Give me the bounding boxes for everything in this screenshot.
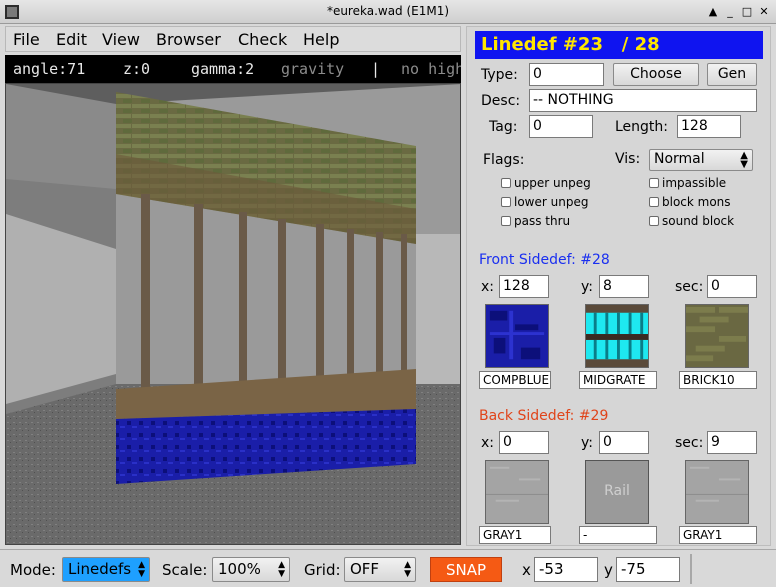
spinner-icon: ▲ ▼	[278, 560, 285, 579]
back-lower-texture[interactable]	[685, 460, 749, 524]
spinner-icon: ▲ ▼	[404, 560, 411, 579]
shade-icon[interactable]: ▲	[705, 4, 721, 20]
title-bar: *eureka.wad (E1M1) ▲ _ □ ✕	[0, 0, 776, 24]
type-input[interactable]: 0	[529, 63, 604, 86]
y-coord-input[interactable]: -75	[616, 557, 680, 582]
gravity-indicator: gravity	[281, 60, 345, 78]
flag-block-mons[interactable]: block mons	[649, 195, 731, 209]
x-coord-input[interactable]: -53	[534, 557, 598, 582]
back-mid-texture-name[interactable]: -	[579, 526, 657, 544]
no-high-indicator: no high	[401, 60, 461, 78]
info-separator: |	[371, 60, 381, 78]
front-mid-texture-name[interactable]: MIDGRATE	[579, 371, 657, 389]
vis-select[interactable]: Normal ▲ ▼	[649, 149, 753, 171]
front-sec-label: sec:	[675, 279, 704, 295]
render-info-bar: angle:71 z:0 gamma:2 gravity | no high	[5, 55, 461, 83]
menu-bar: File Edit View Browser Check Help	[5, 26, 461, 52]
z-readout: z:0	[123, 60, 151, 78]
linedef-header: Linedef #23 / 28	[475, 31, 763, 59]
front-upper-texture[interactable]	[485, 304, 549, 368]
scale-label: Scale:	[162, 561, 208, 579]
checkbox-icon	[649, 197, 659, 207]
minimize-icon[interactable]: _	[722, 4, 738, 20]
flag-lower-unpeg[interactable]: lower unpeg	[501, 195, 588, 209]
vis-label: Vis:	[615, 151, 641, 167]
front-y-input[interactable]: 8	[599, 275, 649, 298]
choose-button[interactable]: Choose	[613, 63, 699, 86]
back-upper-texture[interactable]	[485, 460, 549, 524]
gamma-readout: gamma:2	[191, 60, 255, 78]
back-sec-label: sec:	[675, 435, 704, 451]
grid-select[interactable]: OFF ▲ ▼	[344, 557, 416, 582]
back-sec-input[interactable]: 9	[707, 431, 757, 454]
menu-edit[interactable]: Edit	[56, 30, 87, 49]
linedef-panel: Linedef #23 / 28 Type: 0 Choose Gen Desc…	[466, 26, 771, 546]
front-lower-texture[interactable]	[685, 304, 749, 368]
scale-select[interactable]: 100% ▲ ▼	[212, 557, 290, 582]
back-y-label: y:	[581, 435, 593, 451]
back-x-input[interactable]: 0	[499, 431, 549, 454]
front-mid-texture[interactable]	[585, 304, 649, 368]
gen-button[interactable]: Gen	[707, 63, 757, 86]
menu-view[interactable]: View	[102, 30, 140, 49]
tag-input[interactable]: 0	[529, 115, 593, 138]
front-sec-input[interactable]: 0	[707, 275, 757, 298]
type-label: Type:	[481, 67, 518, 83]
menu-check[interactable]: Check	[238, 30, 287, 49]
checkbox-icon	[501, 216, 511, 226]
flag-sound-block[interactable]: sound block	[649, 214, 734, 228]
desc-label: Desc:	[481, 93, 521, 109]
tag-label: Tag:	[489, 119, 518, 135]
mode-select[interactable]: Linedefs ▲ ▼	[62, 557, 150, 582]
front-x-input[interactable]: 128	[499, 275, 549, 298]
back-y-input[interactable]: 0	[599, 431, 649, 454]
flag-impassible[interactable]: impassible	[649, 176, 726, 190]
flag-upper-unpeg[interactable]: upper unpeg	[501, 176, 591, 190]
menu-browser[interactable]: Browser	[156, 30, 221, 49]
spinner-icon: ▲ ▼	[740, 150, 748, 170]
front-sidedef-title: Front Sidedef: #28	[479, 252, 610, 268]
length-label: Length:	[615, 119, 669, 135]
checkbox-icon	[501, 197, 511, 207]
angle-readout: angle:71	[13, 60, 86, 78]
front-lower-texture-name[interactable]: BRICK10	[679, 371, 757, 389]
checkbox-icon	[649, 178, 659, 188]
close-icon[interactable]: ✕	[756, 4, 772, 20]
grid-label: Grid:	[304, 561, 341, 579]
scale-value: 100%	[218, 560, 261, 578]
status-bar: Mode: Linedefs ▲ ▼ Scale: 100% ▲ ▼ Grid: O…	[0, 549, 776, 587]
grid-value: OFF	[350, 560, 380, 578]
menu-help[interactable]: Help	[303, 30, 339, 49]
checkbox-icon	[649, 216, 659, 226]
flag-pass-thru[interactable]: pass thru	[501, 214, 570, 228]
window-title: *eureka.wad (E1M1)	[326, 4, 450, 18]
snap-button[interactable]: SNAP	[430, 557, 502, 582]
mode-value: Linedefs	[68, 560, 132, 578]
back-sidedef-title: Back Sidedef: #29	[479, 408, 609, 424]
front-upper-texture-name[interactable]: COMPBLUE	[479, 371, 551, 389]
spinner-icon: ▲ ▼	[138, 560, 145, 579]
maximize-icon[interactable]: □	[739, 4, 755, 20]
front-x-label: x:	[481, 279, 495, 295]
3d-scene	[6, 84, 460, 544]
back-x-label: x:	[481, 435, 495, 451]
menu-file[interactable]: File	[13, 30, 40, 49]
back-mid-texture[interactable]: Rail	[585, 460, 649, 524]
3d-viewport[interactable]	[5, 83, 461, 545]
front-y-label: y:	[581, 279, 593, 295]
length-input[interactable]: 128	[677, 115, 741, 138]
checkbox-icon	[501, 178, 511, 188]
vis-value: Normal	[654, 151, 705, 167]
back-lower-texture-name[interactable]: GRAY1	[679, 526, 757, 544]
y-coord-label: y	[604, 561, 613, 579]
flags-label: Flags:	[483, 152, 525, 168]
mode-label: Mode:	[10, 561, 56, 579]
status-divider	[690, 554, 692, 584]
x-coord-label: x	[522, 561, 531, 579]
back-upper-texture-name[interactable]: GRAY1	[479, 526, 551, 544]
desc-input[interactable]: -- NOTHING	[529, 89, 757, 112]
